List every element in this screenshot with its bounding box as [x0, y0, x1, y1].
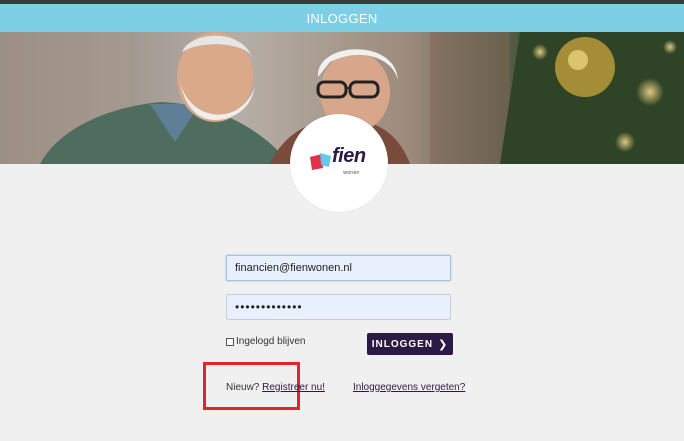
logo-brand-text: fien — [332, 145, 366, 167]
page-header: INLOGGEN — [0, 4, 684, 32]
remember-checkbox[interactable] — [226, 337, 234, 346]
new-prefix: Nieuw? — [226, 382, 263, 393]
logo-tagline: wonen — [343, 170, 360, 176]
email-value: financien@fienwonen.nl — [235, 262, 352, 274]
fien-logo-mark-icon — [310, 153, 331, 170]
register-prompt: Nieuw? Registreer nu! — [226, 382, 325, 393]
login-button-label: INLOGGEN — [371, 338, 434, 350]
login-button[interactable]: INLOGGEN ❯ — [367, 333, 453, 355]
password-field[interactable]: ••••••••••••• — [226, 294, 451, 320]
email-field[interactable]: financien@fienwonen.nl — [226, 255, 451, 281]
remember-me[interactable]: Ingelogd blijven — [226, 336, 306, 347]
chevron-right-icon: ❯ — [438, 338, 449, 351]
password-value: ••••••••••••• — [235, 300, 303, 314]
remember-label: Ingelogd blijven — [236, 336, 306, 347]
register-link[interactable]: Registreer nu! — [262, 382, 325, 393]
forgot-credentials-link[interactable]: Inloggegevens vergeten? — [353, 382, 465, 393]
brand-logo: fien wonen — [290, 114, 388, 212]
header-title: INLOGGEN — [306, 10, 378, 26]
